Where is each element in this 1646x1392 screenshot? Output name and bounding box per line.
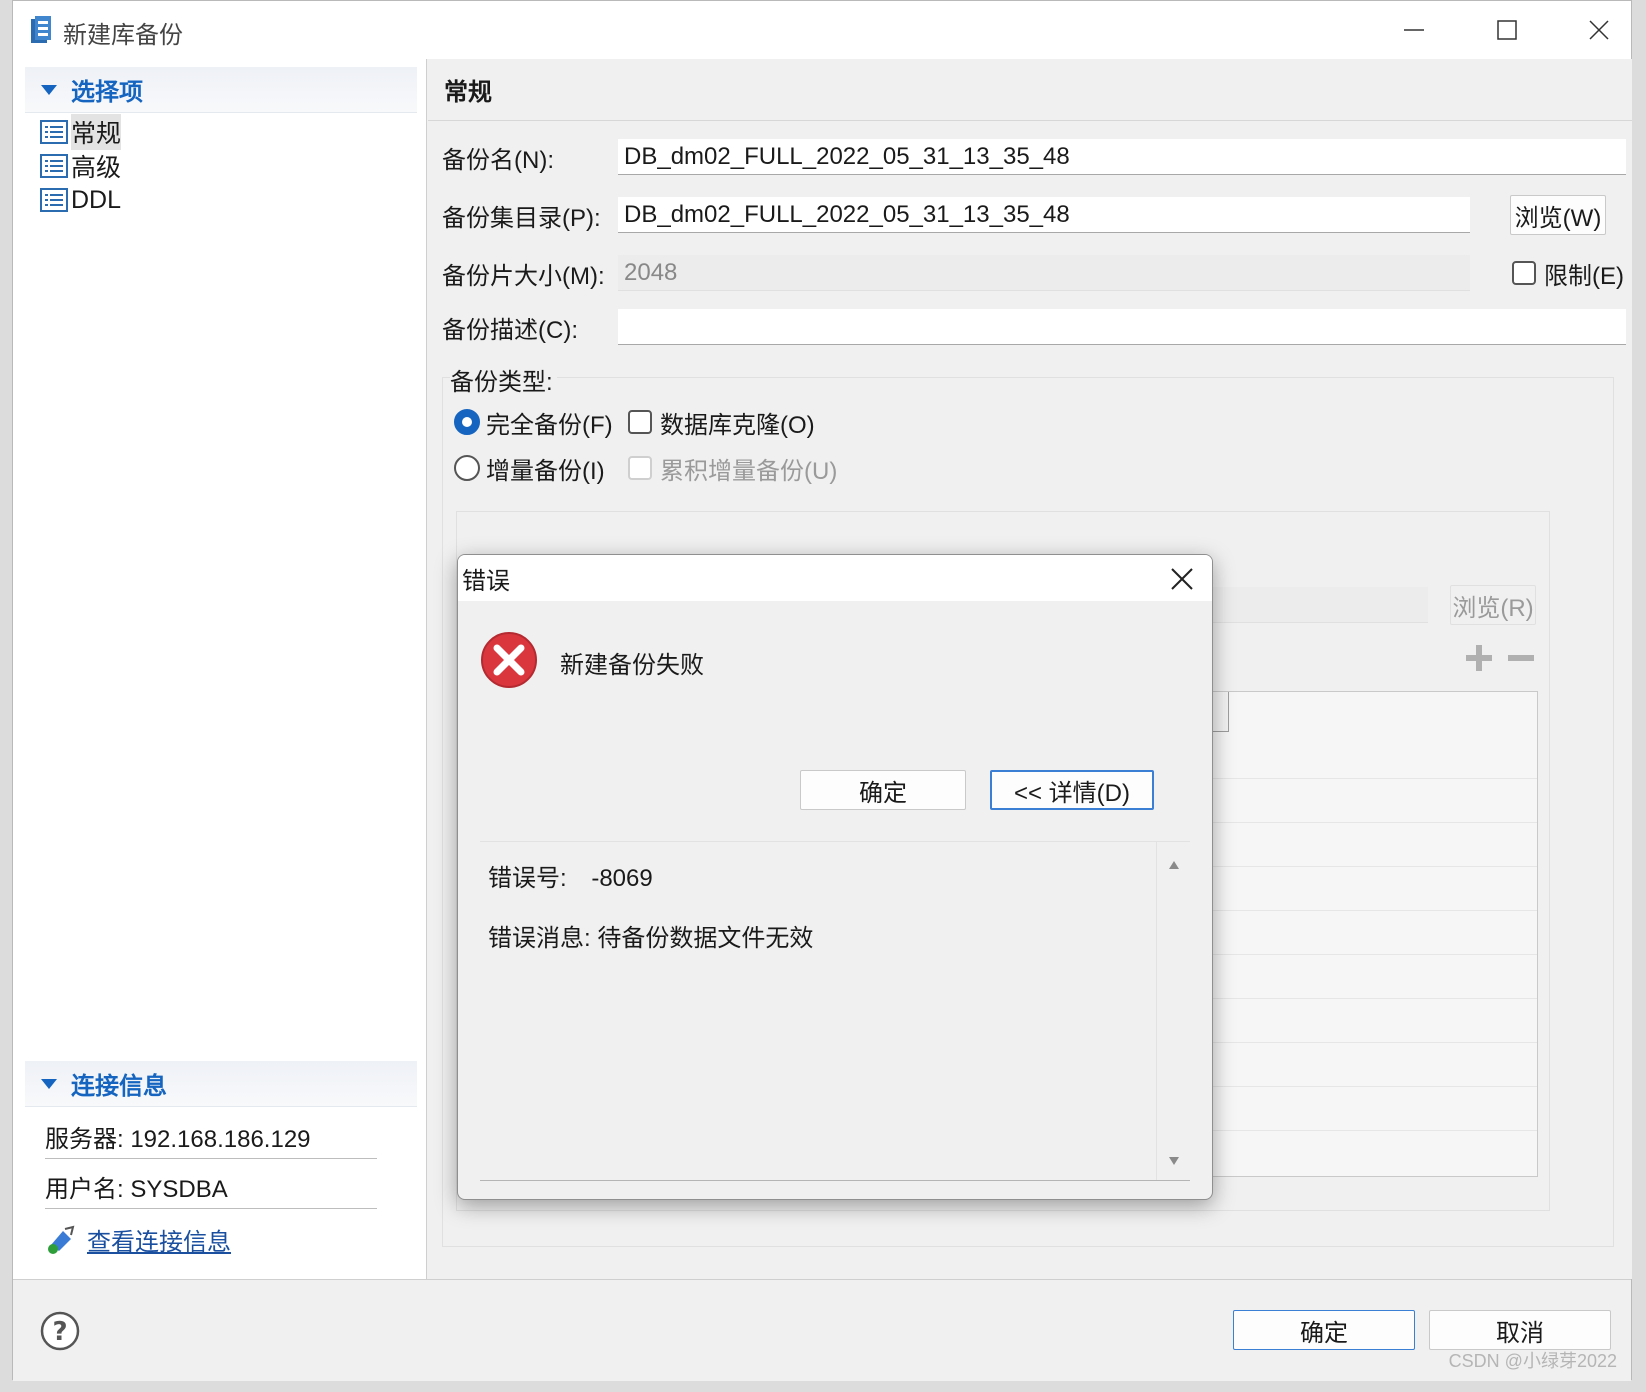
error-message-detail: 错误消息: 待备份数据文件无效 (488, 925, 814, 952)
limit-checkbox[interactable]: 限制(E) (1512, 256, 1624, 290)
sidebar-item-ddl[interactable]: DDL (39, 183, 121, 217)
backup-window: 新建库备份 选择项 常规 高级 DDL 连接信息 服务器: 192.168.18… (12, 0, 1632, 1381)
backup-desc-input[interactable] (618, 309, 1626, 345)
minimize-icon (1404, 29, 1424, 31)
list-icon (40, 120, 68, 144)
error-number-value: -8069 (591, 865, 653, 892)
options-section-title: 选择项 (71, 79, 143, 106)
error-number-label: 错误号: (488, 865, 567, 892)
maximize-button[interactable] (1484, 13, 1530, 47)
piece-size-input[interactable]: 2048 (618, 255, 1470, 291)
backup-desc-label: 备份描述(C): (442, 316, 578, 344)
error-ok-button[interactable]: 确定 (800, 770, 966, 810)
view-connection-link[interactable]: 查看连接信息 (45, 1219, 231, 1259)
scroll-down-icon[interactable] (1168, 1156, 1180, 1166)
close-button[interactable] (1576, 13, 1622, 47)
list-toolbar (1464, 643, 1536, 673)
piece-size-label: 备份片大小(M): (442, 262, 605, 290)
cancel-button[interactable]: 取消 (1429, 1310, 1611, 1350)
error-message: 新建备份失败 (560, 652, 704, 679)
backup-dir-label: 备份集目录(P): (442, 204, 601, 232)
collapse-triangle-icon (41, 84, 57, 95)
browse-w-button[interactable]: 浏览(W) (1510, 195, 1606, 235)
options-section-header[interactable]: 选择项 (25, 67, 417, 113)
sidebar-item-label: DDL (71, 185, 122, 214)
connection-section-title: 连接信息 (71, 1073, 167, 1100)
incremental-backup-label: 增量备份(I) (486, 457, 605, 485)
full-backup-label: 完全备份(F) (486, 411, 613, 439)
sidebar-item-label: 常规 (71, 114, 122, 150)
bottom-bar: ? 确定 取消 (13, 1279, 1631, 1381)
details-scrollbar[interactable] (1156, 842, 1190, 1180)
error-dialog: 错误 新建备份失败 确定 << 详情(D) 错误号: -8069 错误消息: 待… (457, 554, 1213, 1200)
sidebar-item-label: 高级 (71, 154, 122, 182)
error-details-button[interactable]: << 详情(D) (990, 770, 1154, 810)
view-connection-label: 查看连接信息 (87, 1228, 231, 1256)
browse-r-button[interactable]: 浏览(R) (1450, 585, 1536, 625)
ok-button[interactable]: 确定 (1233, 1310, 1415, 1350)
db-clone-label: 数据库克隆(O) (660, 411, 815, 439)
window-title: 新建库备份 (63, 22, 183, 49)
svg-text:?: ? (52, 1317, 67, 1347)
left-panel: 选择项 常规 高级 DDL 连接信息 服务器: 192.168.186.129 … (13, 59, 427, 1279)
error-details-panel[interactable]: 错误号: -8069 错误消息: 待备份数据文件无效 (480, 841, 1190, 1181)
sidebar-item-advanced[interactable]: 高级 (39, 149, 121, 183)
backup-dir-input[interactable]: DB_dm02_FULL_2022_05_31_13_35_48 (618, 197, 1470, 233)
connection-section-header[interactable]: 连接信息 (25, 1061, 417, 1107)
close-icon[interactable] (1166, 563, 1198, 595)
help-icon[interactable]: ? (39, 1310, 81, 1352)
close-icon (1589, 20, 1609, 40)
limit-label: 限制(E) (1544, 262, 1624, 290)
full-backup-radio[interactable]: 完全备份(F) (454, 405, 613, 439)
list-icon (40, 154, 68, 178)
checkbox-box (628, 456, 652, 480)
app-icon (31, 16, 51, 43)
connection-icon (48, 1225, 75, 1254)
error-icon (481, 632, 537, 688)
minus-icon[interactable] (1506, 643, 1536, 673)
error-number-row: 错误号: -8069 (488, 858, 653, 893)
list-icon (40, 188, 68, 212)
scroll-up-icon[interactable] (1168, 860, 1180, 870)
db-clone-checkbox[interactable]: 数据库克隆(O) (628, 405, 815, 439)
collapse-triangle-icon (41, 1078, 57, 1089)
incremental-backup-radio[interactable]: 增量备份(I) (454, 451, 605, 485)
cumulative-backup-checkbox[interactable]: 累积增量备份(U) (628, 451, 837, 485)
user-info: 用户名: SYSDBA (45, 1165, 377, 1209)
cumulative-backup-label: 累积增量备份(U) (660, 457, 838, 485)
error-dialog-title-bar: 错误 (458, 555, 1212, 601)
page-title: 常规 (428, 59, 1632, 121)
radio-unselected-icon (454, 455, 480, 481)
maximize-icon (1497, 20, 1517, 40)
backup-type-label: 备份类型: (450, 361, 557, 397)
sidebar-item-general[interactable]: 常规 (39, 114, 122, 150)
checkbox-box (628, 410, 652, 434)
error-dialog-title: 错误 (462, 567, 510, 595)
checkbox-box (1512, 261, 1536, 285)
backup-name-input[interactable]: DB_dm02_FULL_2022_05_31_13_35_48 (618, 139, 1626, 175)
plus-icon[interactable] (1464, 643, 1494, 673)
backup-name-label: 备份名(N): (442, 146, 554, 174)
radio-selected-icon (454, 409, 480, 435)
watermark: CSDN @小绿芽2022 (1448, 1351, 1617, 1371)
server-info: 服务器: 192.168.186.129 (45, 1115, 377, 1159)
minimize-button[interactable] (1391, 13, 1437, 47)
title-bar: 新建库备份 (13, 1, 1631, 59)
